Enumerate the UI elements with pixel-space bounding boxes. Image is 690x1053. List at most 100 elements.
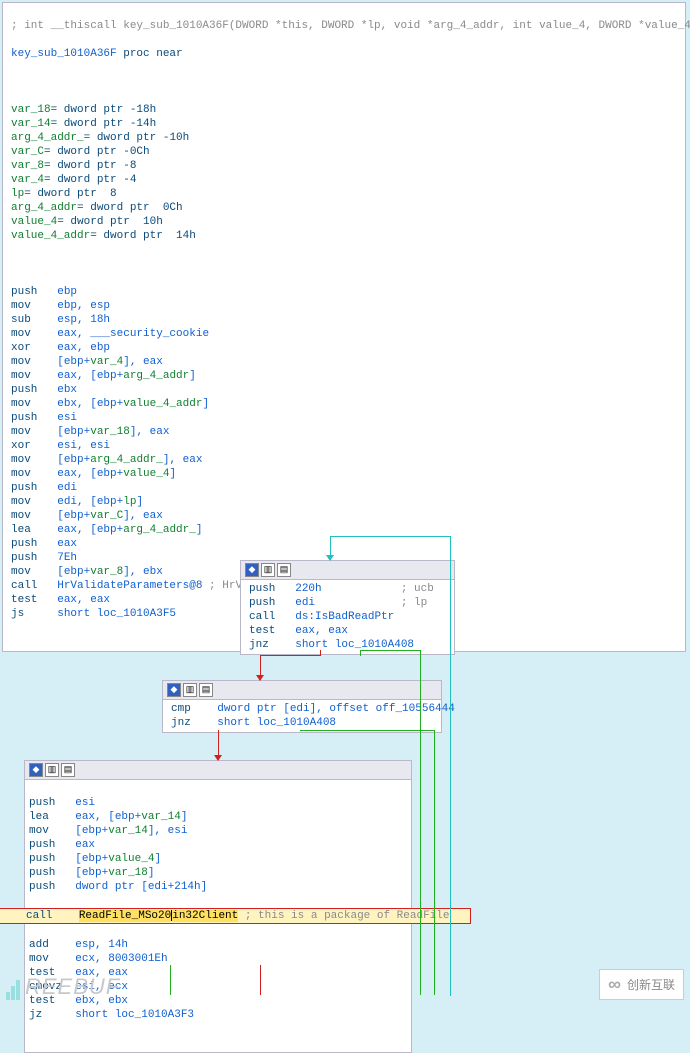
var-ref: var_8 xyxy=(90,566,123,578)
disasm-listing: cmp dword ptr [edi], offset off_10556444… xyxy=(163,700,441,732)
operand: short loc_1010A3F5 xyxy=(57,608,176,620)
mnemonic: push xyxy=(11,482,57,494)
mnemonic: push xyxy=(11,552,57,564)
mnemonic: call xyxy=(26,910,52,922)
var-def: = dword ptr -8 xyxy=(44,160,136,172)
mnemonic: cmp xyxy=(171,703,217,715)
operand: HrValidateParameters@8 xyxy=(57,580,202,592)
flow-edge-false xyxy=(260,655,320,656)
operand: edi, [ebp+ xyxy=(57,496,123,508)
mnemonic: mov xyxy=(11,468,57,480)
graph-node-readfile[interactable]: ◆ ▥ ▤ push esilea eax, [ebp+var_14] mov [… xyxy=(24,760,412,1053)
var-def: = dword ptr -4 xyxy=(44,174,136,186)
mnemonic: push xyxy=(249,583,295,595)
mnemonic: lea xyxy=(29,811,75,823)
mnemonic: jnz xyxy=(249,639,295,651)
operand: [ebp+ xyxy=(75,825,108,837)
operand: [ebp+ xyxy=(57,356,90,368)
operand: ] xyxy=(136,496,143,508)
operand: ] xyxy=(189,370,196,382)
mnemonic: js xyxy=(11,608,57,620)
local-var: lp xyxy=(11,188,24,200)
operand: ], eax xyxy=(123,510,163,522)
var-def: = dword ptr 14h xyxy=(90,230,196,242)
var-ref: var_14 xyxy=(141,811,181,823)
highlighted-call-line[interactable]: call ReadFile_MSo20in32Client ; this is … xyxy=(0,908,471,924)
operand: [ebp+ xyxy=(57,510,90,522)
var-ref: var_4 xyxy=(90,356,123,368)
operand: eax, eax xyxy=(295,625,348,637)
operand: ] xyxy=(181,811,188,823)
blue-square-icon: ◆ xyxy=(167,683,181,697)
operand: ebp xyxy=(57,286,77,298)
arrow-down-icon xyxy=(256,675,264,681)
var-def: = dword ptr 8 xyxy=(24,188,116,200)
local-var: var_C xyxy=(11,146,44,158)
mnemonic: lea xyxy=(11,524,57,536)
graph-node-cmp[interactable]: ◆ ▥ ▤ cmp dword ptr [edi], offset off_10… xyxy=(162,680,442,733)
operand: esi xyxy=(75,797,95,809)
local-var: value_4_addr xyxy=(11,230,90,242)
infinity-icon: ∞ xyxy=(608,974,621,995)
var-ref: var_18 xyxy=(108,867,148,879)
operand: ] xyxy=(196,524,203,536)
var-ref: lp xyxy=(123,496,136,508)
local-var: arg_4_addr xyxy=(11,202,77,214)
bars-icon: ▥ xyxy=(261,563,275,577)
mnemonic: push xyxy=(29,867,75,879)
var-def: = dword ptr -14h xyxy=(51,118,157,130)
operand: edi xyxy=(57,482,77,494)
operand: short loc_1010A3F3 xyxy=(75,1009,194,1021)
comment: ; ucb xyxy=(322,583,434,595)
blue-square-icon: ◆ xyxy=(29,763,43,777)
operand: short loc_1010A408 xyxy=(295,639,414,651)
operand: short loc_1010A408 xyxy=(217,717,336,729)
mnemonic: mov xyxy=(11,454,57,466)
graph-node-entry[interactable]: ; int __thiscall key_sub_1010A36F(DWORD … xyxy=(2,2,686,652)
mnemonic: mov xyxy=(11,398,57,410)
graph-node-isbadreadptr[interactable]: ◆ ▥ ▤ push 220h ; ucbpush edi ; lpcall d… xyxy=(240,560,455,655)
comment: ; this is a package of ReadFile xyxy=(238,910,449,922)
var-def: = dword ptr 0Ch xyxy=(77,202,183,214)
operand: ], eax xyxy=(130,426,170,438)
operand: eax, [ebp+ xyxy=(75,811,141,823)
operand: [ebp+ xyxy=(75,853,108,865)
mnemonic: push xyxy=(29,881,75,893)
operand: esp, 18h xyxy=(57,314,110,326)
node-toolbar: ◆ ▥ ▤ xyxy=(241,561,454,580)
mnemonic: test xyxy=(249,625,295,637)
operand: [ebp+ xyxy=(57,426,90,438)
mnemonic: push xyxy=(11,412,57,424)
mnemonic: push xyxy=(249,597,295,609)
operand: [ebp+ xyxy=(57,566,90,578)
operand: [ebp+ xyxy=(75,867,108,879)
operand: ebp, esp xyxy=(57,300,110,312)
var-def: = dword ptr 10h xyxy=(57,216,163,228)
node-toolbar: ◆ ▥ ▤ xyxy=(25,761,411,780)
operand: ], esi xyxy=(148,825,188,837)
mnemonic: push xyxy=(29,853,75,865)
operand: dword ptr [edi], offset off_10556444 xyxy=(217,703,455,715)
var-def: = dword ptr -18h xyxy=(51,104,157,116)
arrow-down-icon xyxy=(214,755,222,761)
mnemonic: mov xyxy=(29,953,75,965)
disasm-listing: ; int __thiscall key_sub_1010A36F(DWORD … xyxy=(3,3,685,651)
blue-square-icon: ◆ xyxy=(245,563,259,577)
mnemonic: mov xyxy=(29,825,75,837)
mnemonic: mov xyxy=(11,426,57,438)
chart-icon: ▤ xyxy=(61,763,75,777)
operand: ], eax xyxy=(123,356,163,368)
operand: eax, [ebp+ xyxy=(57,524,123,536)
flow-edge-true xyxy=(434,730,435,995)
operand: ], ebx xyxy=(123,566,163,578)
var-ref: value_4 xyxy=(123,468,169,480)
var-ref: arg_4_addr_ xyxy=(90,454,163,466)
call-target: IsBadReadPtr xyxy=(315,611,394,623)
proc-near: proc near xyxy=(117,48,183,60)
operand: eax, ebp xyxy=(57,342,110,354)
var-ref: var_18 xyxy=(90,426,130,438)
mnemonic: xor xyxy=(11,440,57,452)
operand: ecx, 8003001Eh xyxy=(75,953,167,965)
mnemonic: test xyxy=(11,594,57,606)
local-var: var_18 xyxy=(11,104,51,116)
